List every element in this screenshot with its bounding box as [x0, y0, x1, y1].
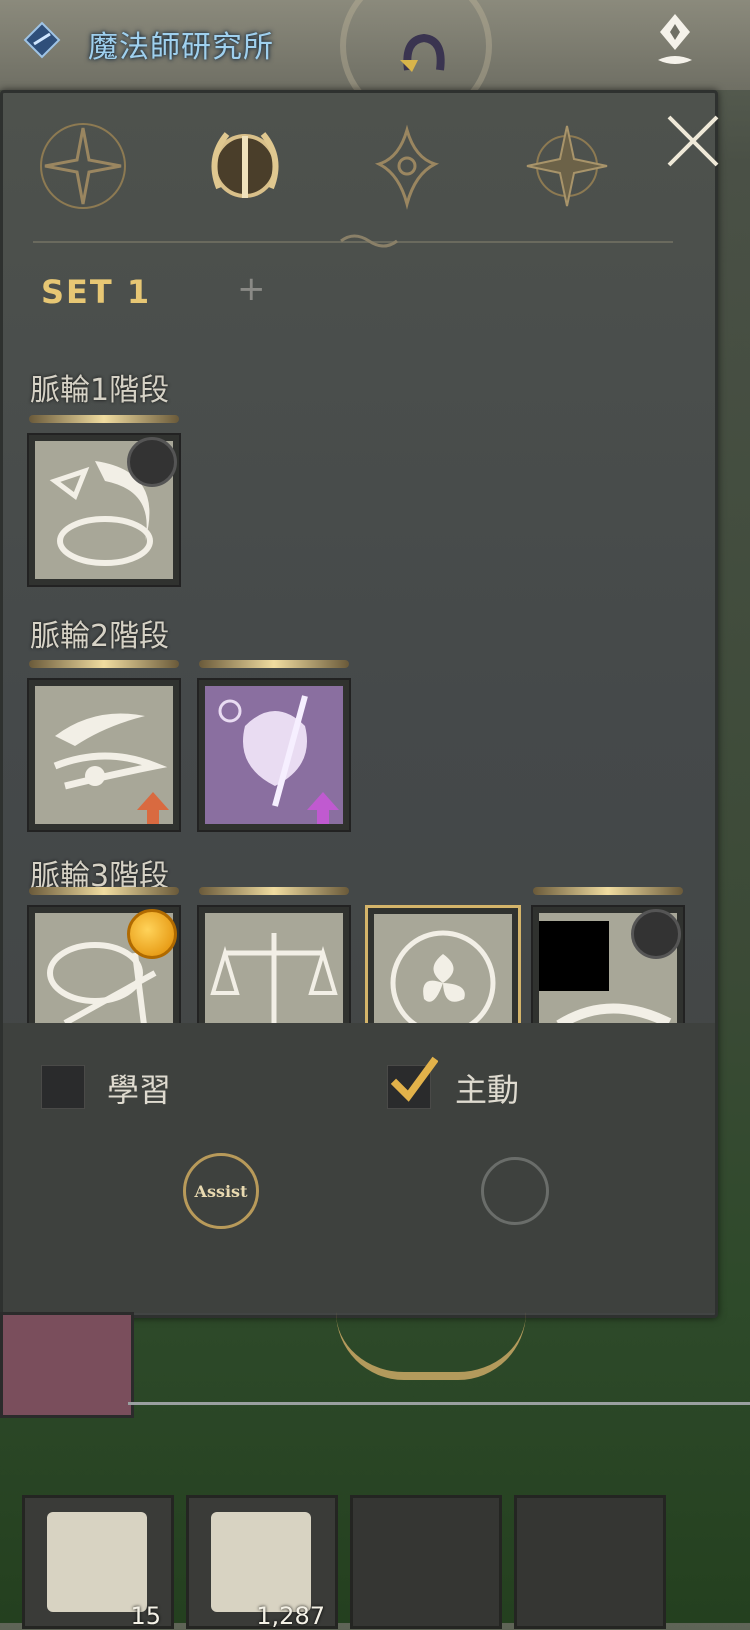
skill-slot-tier2-2[interactable]	[197, 660, 351, 832]
upgrade-arrow-icon	[137, 792, 169, 824]
cooldown-indicator-icon	[631, 909, 681, 959]
skill-card-icon	[0, 1312, 134, 1418]
quickslot-count: 1,287	[256, 1602, 325, 1630]
tier-1-label: 脈輪1階段	[30, 373, 170, 408]
skill-gold-bar	[533, 887, 683, 895]
checkmark-icon	[390, 1056, 438, 1102]
skill-panel: SET 1 + 脈輪1階段 脈輪2階段 脈輪3階段 學習 主動 Assist	[0, 90, 719, 1318]
skill-slot-tier2-1[interactable]	[27, 660, 181, 832]
laurel-sword-tab[interactable]	[197, 118, 293, 214]
skill-gold-bar	[29, 415, 179, 423]
quickslot-1[interactable]: 15	[22, 1495, 174, 1630]
triple-swirl-skill-icon	[374, 914, 512, 1026]
close-icon[interactable]	[663, 111, 723, 171]
balance-scale-skill-icon	[205, 913, 343, 1025]
tier-2-label: 脈輪2階段	[30, 619, 170, 654]
quickslot-count: 15	[130, 1602, 161, 1630]
upgrade-arrow-icon	[307, 792, 339, 824]
quickslot-2[interactable]: 1,287	[186, 1495, 338, 1630]
learn-label: 學習	[107, 1071, 172, 1109]
map-pin-icon[interactable]	[650, 10, 700, 70]
laurel-sword-icon	[211, 132, 279, 198]
fleur-ornament-icon	[374, 124, 440, 210]
timer-icon[interactable]	[481, 1157, 549, 1225]
compass-star-icon	[40, 123, 126, 209]
active-label: 主動	[455, 1071, 520, 1109]
area-diamond-icon	[23, 21, 61, 59]
mount-horseshoe-icon[interactable]	[398, 30, 450, 80]
lion-scroll-icon	[47, 1512, 147, 1612]
quickslot-4[interactable]	[514, 1495, 666, 1629]
assist-button[interactable]: Assist	[183, 1153, 259, 1229]
skill-gold-bar	[29, 887, 179, 895]
fence-line	[128, 1402, 750, 1405]
skill-gold-bar	[29, 660, 179, 668]
skill-slot-tier3-1[interactable]	[27, 887, 181, 1027]
skill-slot-tier3-4[interactable]	[531, 887, 685, 1027]
compass-rose-tab[interactable]	[519, 118, 615, 214]
learn-checkbox[interactable]	[41, 1065, 85, 1109]
compass-rose-icon	[526, 125, 608, 207]
feather-scroll-icon	[211, 1512, 311, 1612]
cooldown-indicator-icon	[127, 437, 177, 487]
skill-gold-bar	[199, 660, 349, 668]
gold-emblem	[336, 1312, 526, 1380]
set-tab-1[interactable]: SET 1	[41, 273, 151, 311]
skill-gold-bar	[199, 887, 349, 895]
add-set-button[interactable]: +	[237, 269, 266, 309]
panel-tabs	[3, 93, 719, 233]
skill-slot-tier1-1[interactable]	[27, 415, 181, 587]
panel-footer: 學習 主動 Assist	[3, 1023, 715, 1313]
location-bar: 魔法師研究所	[0, 0, 750, 122]
location-name: 魔法師研究所	[88, 30, 274, 65]
skill-slot-tier3-3[interactable]	[365, 905, 521, 1029]
active-orb-icon	[127, 909, 177, 959]
quickslot-3[interactable]	[350, 1495, 502, 1629]
divider-ornament	[340, 234, 398, 248]
active-checkbox[interactable]	[387, 1056, 438, 1109]
fleur-ornament-tab[interactable]	[359, 118, 455, 214]
skill-slot-tier3-2[interactable]	[197, 887, 351, 1027]
compass-star-tab[interactable]	[35, 118, 131, 214]
